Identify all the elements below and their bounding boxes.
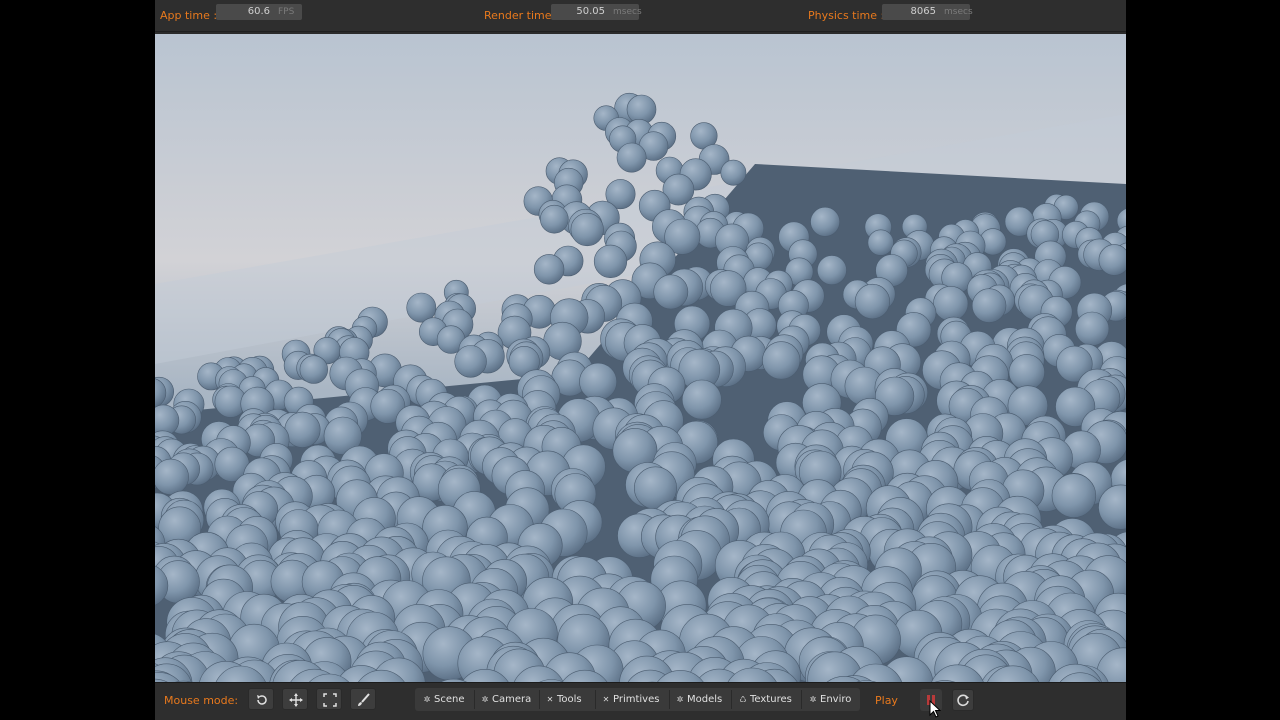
soft-sphere — [539, 204, 569, 234]
render-time-label: Render time: — [484, 9, 556, 22]
app-time-readout: 60.6 FPS — [216, 4, 302, 20]
soft-sphere — [1051, 473, 1097, 518]
soft-sphere — [299, 355, 329, 384]
app-time-value: 60.6 — [247, 6, 270, 17]
brush-mode-button[interactable] — [350, 688, 376, 710]
tab-scene[interactable]: ✲ Scene — [422, 688, 474, 711]
fit-icon — [323, 693, 337, 707]
soft-sphere — [720, 159, 747, 186]
physics-app-window: App time : 60.6 FPS Render time: 50.05 m… — [155, 0, 1126, 720]
soft-sphere — [810, 206, 841, 237]
soft-sphere — [867, 229, 894, 256]
tab-models[interactable]: ✲ Models — [675, 688, 729, 711]
mouse-mode-label: Mouse mode: — [164, 694, 239, 707]
rotate-mode-button[interactable] — [248, 688, 274, 710]
tab-divider — [474, 690, 475, 709]
tab-tools[interactable]: ✕ Tools — [545, 688, 593, 711]
tab-divider — [539, 690, 540, 709]
soft-sphere — [533, 254, 565, 285]
soft-sphere — [155, 458, 189, 495]
soft-sphere — [653, 274, 689, 310]
tab-primitives-label: Primtives — [613, 694, 660, 705]
physics-time-readout: 8065 msecs — [882, 4, 973, 20]
soft-sphere — [579, 362, 618, 401]
soft-sphere — [616, 142, 647, 173]
tab-enviro[interactable]: ✲ Enviro — [808, 688, 856, 711]
models-icon: ✲ — [676, 695, 684, 704]
physics-time-label: Physics time : — [808, 9, 885, 22]
soft-sphere — [854, 283, 891, 320]
physics-time-value: 8065 — [910, 6, 936, 17]
soft-sphere — [971, 288, 1007, 323]
3d-viewport[interactable] — [155, 34, 1126, 682]
soft-sphere — [570, 212, 604, 247]
soft-sphere — [1074, 311, 1110, 346]
tab-divider — [669, 690, 670, 709]
render-time-readout: 50.05 msecs — [551, 4, 642, 20]
soft-sphere — [1008, 354, 1045, 391]
soft-sphere — [762, 341, 801, 380]
enviro-icon: ✲ — [809, 695, 817, 704]
reset-button[interactable] — [952, 689, 974, 711]
tab-camera[interactable]: ✲ Camera — [480, 688, 536, 711]
tab-primitives[interactable]: ✕ Primtives — [601, 688, 669, 711]
soft-sphere — [454, 345, 487, 378]
render-time-unit: msecs — [613, 7, 642, 17]
textures-icon: ♺ — [739, 695, 747, 704]
soft-sphere — [933, 286, 969, 322]
physics-time-unit: msecs — [944, 7, 973, 17]
render-time-value: 50.05 — [576, 6, 605, 17]
soft-sphere — [1098, 244, 1126, 276]
bottom-toolbar: Mouse mode: ✲ Scene ✲ Camera ✕ Tools ✕ P… — [155, 682, 1126, 720]
soft-sphere — [817, 255, 847, 286]
soft-sphere — [284, 411, 321, 448]
sphere-pile-render — [155, 34, 1126, 682]
move-icon — [289, 693, 303, 707]
tab-textures-label: Textures — [750, 694, 792, 705]
app-time-unit: FPS — [278, 7, 295, 17]
move-mode-button[interactable] — [282, 688, 308, 710]
primitives-icon: ✕ — [602, 695, 610, 704]
mouse-cursor-icon — [929, 700, 941, 718]
reset-icon — [957, 694, 969, 707]
app-time-label: App time : — [160, 9, 218, 22]
soft-sphere — [681, 379, 722, 420]
camera-icon: ✲ — [481, 695, 489, 704]
rotate-icon — [257, 695, 267, 705]
tab-divider — [801, 690, 802, 709]
scene-icon: ✲ — [423, 695, 431, 704]
tab-scene-label: Scene — [434, 694, 465, 705]
panel-tabs: ✲ Scene ✲ Camera ✕ Tools ✕ Primtives ✲ M… — [415, 688, 860, 711]
tab-divider — [595, 690, 596, 709]
tools-icon: ✕ — [546, 695, 554, 704]
soft-sphere — [593, 244, 628, 278]
fit-mode-button[interactable] — [316, 688, 342, 710]
tab-textures[interactable]: ♺ Textures — [738, 688, 798, 711]
stats-bar: App time : 60.6 FPS Render time: 50.05 m… — [155, 0, 1126, 32]
brush-icon — [358, 693, 370, 706]
tab-enviro-label: Enviro — [820, 694, 852, 705]
tab-divider — [731, 690, 732, 709]
tab-tools-label: Tools — [557, 694, 582, 705]
tab-models-label: Models — [687, 694, 723, 705]
play-button[interactable]: Play — [875, 694, 898, 707]
tab-camera-label: Camera — [492, 694, 532, 705]
